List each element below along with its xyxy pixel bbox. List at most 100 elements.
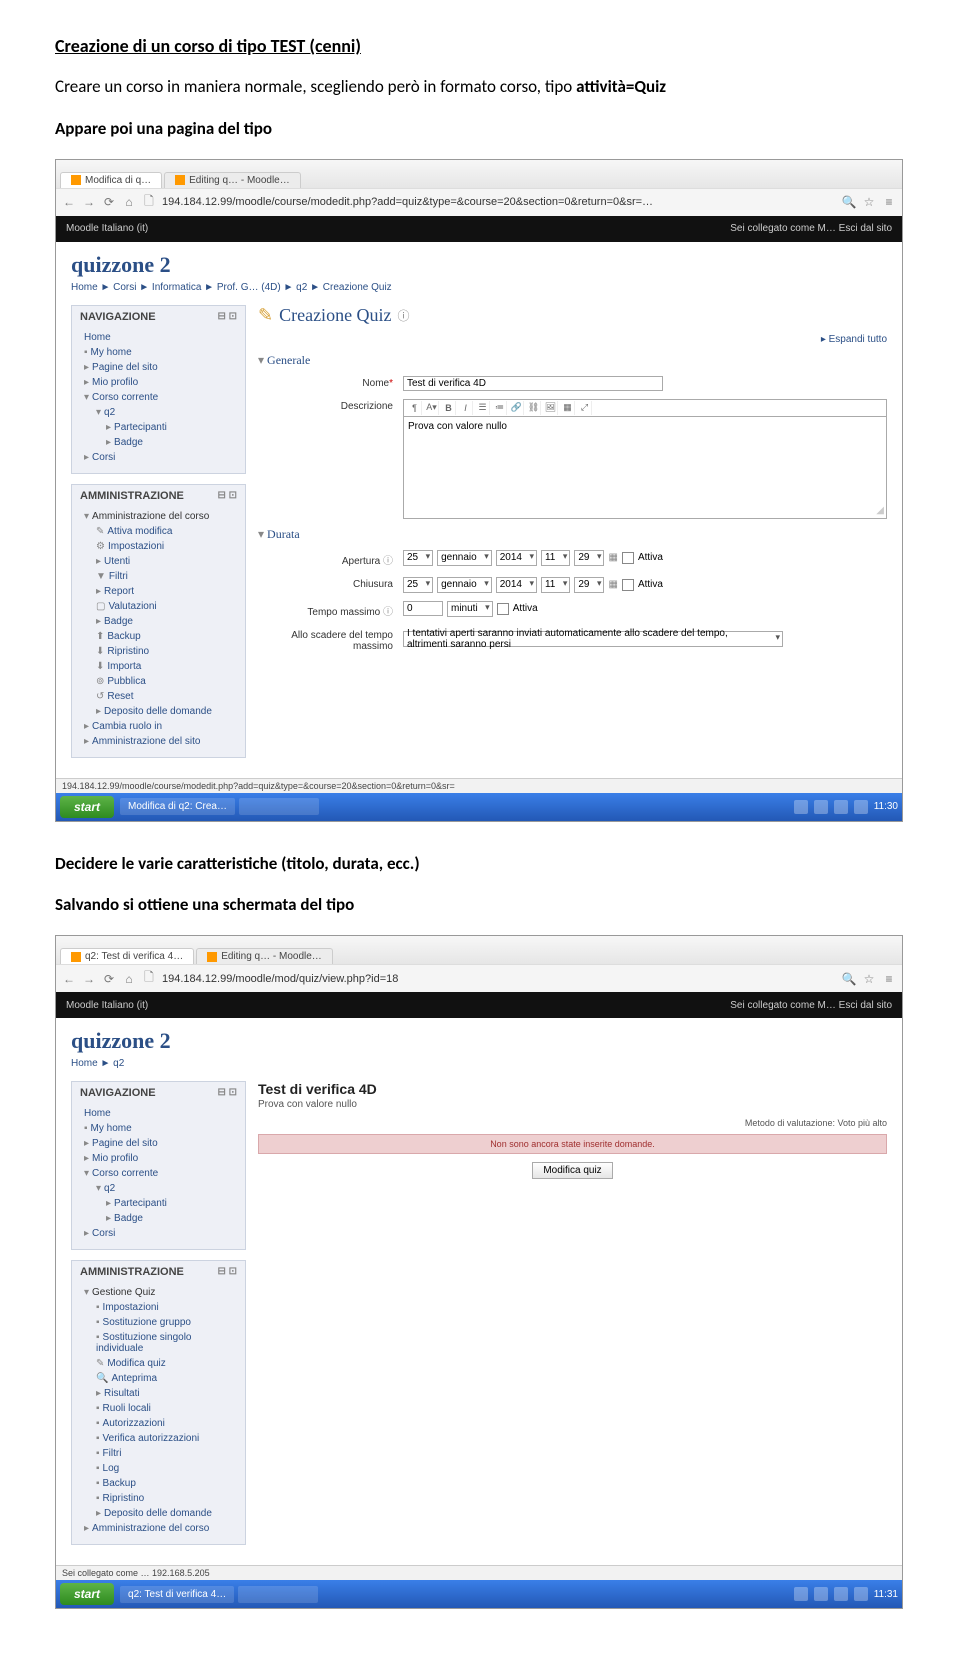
editor-body[interactable]: Prova con valore nullo◢ (403, 417, 887, 519)
tray-icon[interactable] (814, 1587, 828, 1601)
block-controls-icon[interactable]: ⊟ ⊡ (217, 311, 237, 323)
browser-tab-1[interactable]: Modifica di q… (60, 172, 162, 188)
checkbox-attiva[interactable] (497, 603, 509, 615)
nav-item[interactable]: ▸Corsi (80, 1226, 237, 1241)
ul-icon[interactable]: ☰ (476, 401, 490, 415)
help-icon[interactable]: ⓘ (383, 556, 393, 567)
admin-item[interactable]: ▪Ripristino (80, 1491, 237, 1506)
select-month[interactable]: gennaio (437, 577, 492, 593)
menu-icon[interactable]: ≡ (882, 972, 896, 986)
tray-icon[interactable] (814, 800, 828, 814)
reload-icon[interactable]: ⟳ (102, 972, 116, 986)
select-year[interactable]: 2014 (496, 550, 537, 566)
browser-tab-1[interactable]: q2: Test di verifica 4… (60, 948, 194, 964)
nav-item[interactable]: ▸Pagine del sito (80, 360, 237, 375)
nav-item[interactable]: Home (80, 1106, 237, 1121)
admin-item[interactable]: ▸Risultati (80, 1386, 237, 1401)
taskbar-item[interactable]: q2: Test di verifica 4… (120, 1586, 234, 1603)
editor-toolbar[interactable]: ¶ A▾ B I ☰ ≔ 🔗 ⛓ 🖼 ▦ ⤢ (403, 399, 887, 417)
admin-item[interactable]: ▸Deposito delle domande (80, 1506, 237, 1521)
media-icon[interactable]: ▦ (561, 401, 575, 415)
nav-item[interactable]: ▾q2 (80, 1181, 237, 1196)
nav-item[interactable]: ▾Corso corrente (80, 1166, 237, 1181)
select-min[interactable]: 29 (574, 577, 604, 593)
breadcrumb[interactable]: Home ► q2 (71, 1058, 887, 1069)
breadcrumb[interactable]: Home ► Corsi ► Informatica ► Prof. G… (4… (71, 282, 887, 293)
taskbar-item[interactable] (239, 798, 319, 815)
tray-icon[interactable] (854, 800, 868, 814)
resize-icon[interactable]: ◢ (876, 505, 884, 516)
admin-item[interactable]: 🔍Anteprima (80, 1371, 237, 1386)
select-day[interactable]: 25 (403, 550, 433, 566)
admin-item[interactable]: ▸Badge (80, 614, 237, 629)
browser-tab-2[interactable]: Editing q… - Moodle… (196, 948, 333, 964)
forward-icon[interactable]: → (82, 972, 96, 986)
unlink-icon[interactable]: ⛓ (527, 401, 541, 415)
expand-all-link[interactable]: ▸ Espandi tutto (258, 334, 887, 345)
tray-icon[interactable] (854, 1587, 868, 1601)
select-day[interactable]: 25 (403, 577, 433, 593)
admin-item[interactable]: ▪Backup (80, 1476, 237, 1491)
nav-item[interactable]: ▸Mio profilo (80, 1151, 237, 1166)
format-icon[interactable]: ¶ (408, 401, 422, 415)
admin-item[interactable]: ▸Utenti (80, 554, 237, 569)
url-text[interactable]: 194.184.12.99/moodle/course/modedit.php?… (162, 196, 836, 208)
admin-item[interactable]: ⬆Backup (80, 629, 237, 644)
nav-item[interactable]: ▸Mio profilo (80, 375, 237, 390)
tray-icon[interactable] (794, 1587, 808, 1601)
help-icon[interactable]: ⓘ (383, 607, 393, 618)
ol-icon[interactable]: ≔ (493, 401, 507, 415)
select-scadere[interactable]: I tentativi aperti saranno inviati autom… (403, 631, 783, 647)
forward-icon[interactable]: → (82, 195, 96, 209)
block-controls-icon[interactable]: ⊟ ⊡ (217, 1087, 237, 1099)
expand-icon[interactable]: ⤢ (578, 401, 592, 415)
admin-item[interactable]: ▪Impostazioni (80, 1300, 237, 1315)
admin-item[interactable]: ▢Valutazioni (80, 599, 237, 614)
search-icon[interactable]: 🔍 (842, 972, 856, 986)
block-controls-icon[interactable]: ⊟ ⊡ (217, 490, 237, 502)
admin-item[interactable]: ▪Ruoli locali (80, 1401, 237, 1416)
reload-icon[interactable]: ⟳ (102, 195, 116, 209)
checkbox-attiva[interactable] (622, 552, 634, 564)
help-icon[interactable]: ⓘ (398, 307, 410, 324)
select-hour[interactable]: 11 (541, 550, 570, 566)
nav-item[interactable]: ▸Pagine del sito (80, 1136, 237, 1151)
tray-icon[interactable] (834, 800, 848, 814)
nav-item[interactable]: ▪My home (80, 345, 237, 360)
back-icon[interactable]: ← (62, 195, 76, 209)
calendar-icon[interactable]: ▦ (608, 552, 617, 563)
nav-item[interactable]: ▾Corso corrente (80, 390, 237, 405)
italic-icon[interactable]: I (459, 401, 473, 415)
admin-item[interactable]: ▸Report (80, 584, 237, 599)
link-icon[interactable]: 🔗 (510, 401, 524, 415)
admin-item[interactable]: ⚙Impostazioni (80, 539, 237, 554)
admin-item[interactable]: ⬇Importa (80, 659, 237, 674)
select-unit[interactable]: minuti (447, 601, 493, 617)
nav-item[interactable]: ▸Partecipanti (80, 420, 237, 435)
select-month[interactable]: gennaio (437, 550, 492, 566)
input-nome[interactable] (403, 376, 663, 391)
admin-item[interactable]: ▪Sostituzione gruppo (80, 1315, 237, 1330)
menu-icon[interactable]: ≡ (882, 195, 896, 209)
input-tempo[interactable] (403, 601, 443, 616)
nav-item[interactable]: ▸Corsi (80, 450, 237, 465)
start-button[interactable]: start (60, 796, 114, 818)
admin-item[interactable]: ✎Attiva modifica (80, 524, 237, 539)
admin-item[interactable]: ▪Autorizzazioni (80, 1416, 237, 1431)
nav-item[interactable]: ▪My home (80, 1121, 237, 1136)
admin-item[interactable]: ▸Amministrazione del corso (80, 1521, 237, 1536)
admin-item[interactable]: ⊚Pubblica (80, 674, 237, 689)
tray-icon[interactable] (834, 1587, 848, 1601)
admin-item[interactable]: ▪Verifica autorizzazioni (80, 1431, 237, 1446)
star-icon[interactable]: ☆ (862, 195, 876, 209)
admin-item[interactable]: ⬇Ripristino (80, 644, 237, 659)
admin-item[interactable]: ▸Deposito delle domande (80, 704, 237, 719)
select-year[interactable]: 2014 (496, 577, 537, 593)
admin-item[interactable]: ▸Amministrazione del sito (80, 734, 237, 749)
section-generale[interactable]: ▾ Generale (258, 353, 887, 368)
nav-item[interactable]: ▸Badge (80, 435, 237, 450)
select-hour[interactable]: 11 (541, 577, 570, 593)
home-icon[interactable]: ⌂ (122, 195, 136, 209)
admin-item[interactable]: ▼Filtri (80, 569, 237, 584)
calendar-icon[interactable]: ▦ (608, 579, 617, 590)
